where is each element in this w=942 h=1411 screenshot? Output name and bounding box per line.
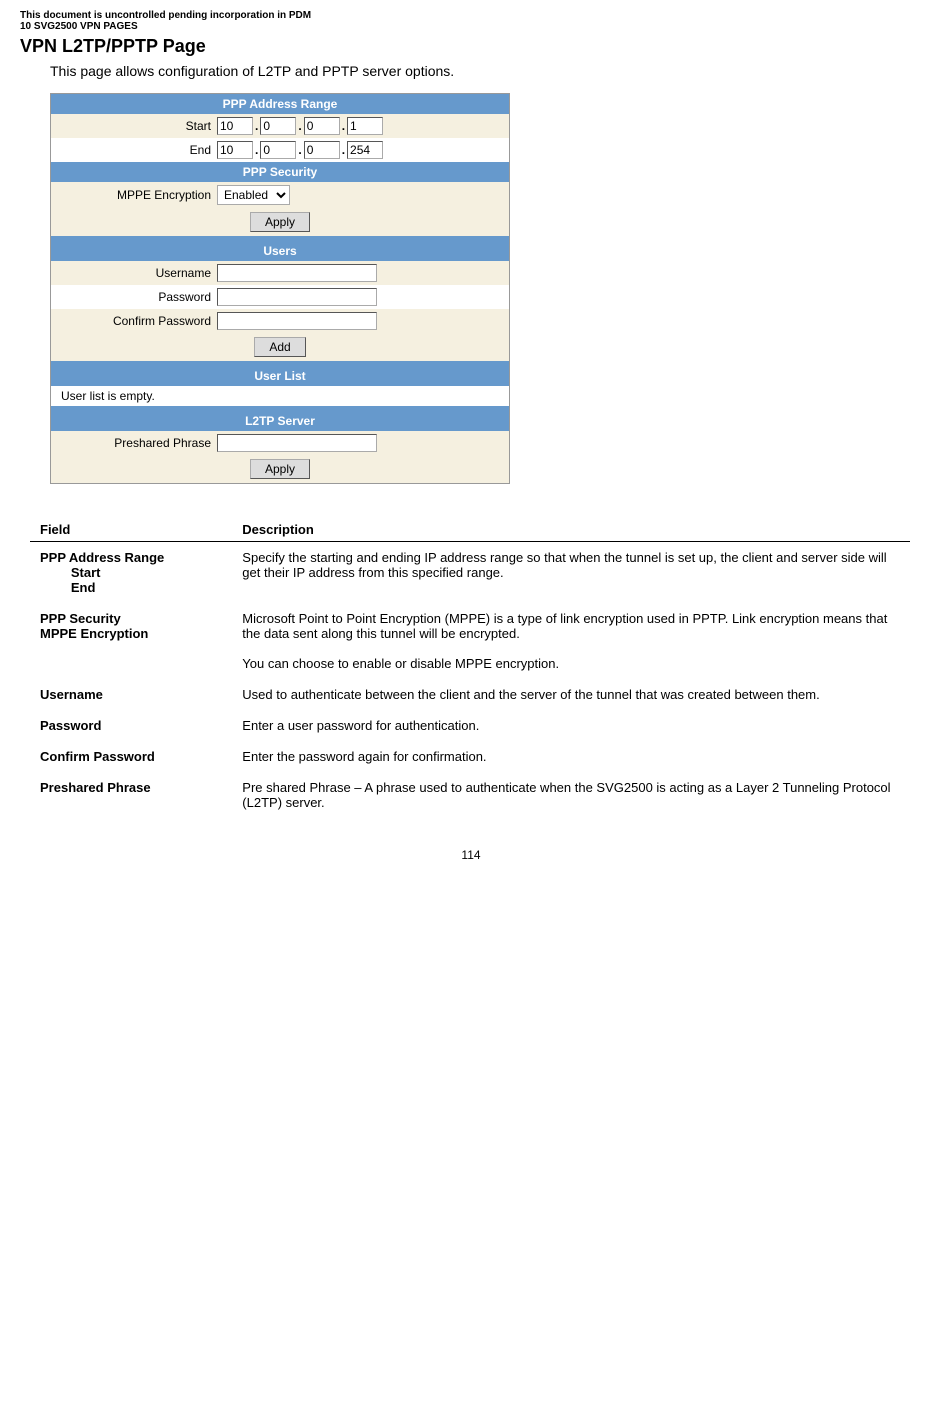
field-confirm-password-label: Confirm Password <box>40 749 155 764</box>
desc-ppp-address: Specify the starting and ending IP addre… <box>232 542 910 604</box>
desc-ppp-security: Microsoft Point to Point Encryption (MPP… <box>232 603 910 679</box>
add-row: Add <box>51 333 509 361</box>
preshared-phrase-row: Preshared Phrase <box>51 431 509 455</box>
field-mppe-label: MPPE Encryption <box>40 626 148 641</box>
desc-username: Used to authenticate between the client … <box>232 679 910 710</box>
apply-row-2: Apply <box>51 455 509 483</box>
page-number: 114 <box>20 848 922 862</box>
dot4: . <box>255 143 258 157</box>
field-confirm-password: Confirm Password <box>30 741 232 772</box>
start-ip-3[interactable] <box>304 117 340 135</box>
field-ppp-address-label: PPP Address Range <box>40 550 164 565</box>
intro-text: This page allows configuration of L2TP a… <box>50 63 922 79</box>
doc-header-line1: This document is uncontrolled pending in… <box>20 10 922 21</box>
username-label: Username <box>57 266 217 280</box>
table-row: Username Used to authenticate between th… <box>30 679 910 710</box>
username-row: Username <box>51 261 509 285</box>
field-ppp-address: PPP Address Range Start End <box>30 542 232 604</box>
form-panel: PPP Address Range Start . . . End . . . … <box>50 93 510 484</box>
table-row: Preshared Phrase Pre shared Phrase – A p… <box>30 772 910 818</box>
preshared-phrase-input[interactable] <box>217 434 377 452</box>
start-label: Start <box>57 119 217 133</box>
password-row: Password <box>51 285 509 309</box>
apply-button-1[interactable]: Apply <box>250 212 310 232</box>
desc-password: Enter a user password for authentication… <box>232 710 910 741</box>
field-password: Password <box>30 710 232 741</box>
field-start-indent: Start <box>40 565 100 580</box>
desc-confirm-password: Enter the password again for confirmatio… <box>232 741 910 772</box>
password-label: Password <box>57 290 217 304</box>
field-ppp-security: PPP Security MPPE Encryption <box>30 603 232 679</box>
start-ip-4[interactable] <box>347 117 383 135</box>
add-button[interactable]: Add <box>254 337 305 357</box>
field-password-label: Password <box>40 718 101 733</box>
dot1: . <box>255 119 258 133</box>
mppe-select[interactable]: Enabled Disabled <box>217 185 290 205</box>
desc-header: Description <box>232 514 910 542</box>
confirm-password-label: Confirm Password <box>57 314 217 328</box>
mppe-row: MPPE Encryption Enabled Disabled <box>51 182 509 208</box>
end-ip-2[interactable] <box>260 141 296 159</box>
table-row: Confirm Password Enter the password agai… <box>30 741 910 772</box>
mppe-label: MPPE Encryption <box>57 188 217 202</box>
field-username: Username <box>30 679 232 710</box>
doc-header-line2: 10 SVG2500 VPN PAGES <box>20 21 922 32</box>
ppp-security-header: PPP Security <box>51 162 509 182</box>
password-value <box>217 288 503 306</box>
confirm-password-row: Confirm Password <box>51 309 509 333</box>
end-value: . . . <box>217 141 503 159</box>
ppp-address-range-header: PPP Address Range <box>51 94 509 114</box>
end-row: End . . . <box>51 138 509 162</box>
end-ip-1[interactable] <box>217 141 253 159</box>
user-list-empty: User list is empty. <box>51 386 509 406</box>
confirm-password-value <box>217 312 503 330</box>
table-row: PPP Address Range Start End Specify the … <box>30 542 910 604</box>
apply-button-2[interactable]: Apply <box>250 459 310 479</box>
table-row: Password Enter a user password for authe… <box>30 710 910 741</box>
desc-preshared-phrase: Pre shared Phrase – A phrase used to aut… <box>232 772 910 818</box>
field-end-indent: End <box>40 580 95 595</box>
field-header: Field <box>30 514 232 542</box>
dot2: . <box>298 119 301 133</box>
field-ppp-security-label: PPP Security <box>40 611 121 626</box>
mppe-value: Enabled Disabled <box>217 185 503 205</box>
dot3: . <box>342 119 345 133</box>
start-ip-1[interactable] <box>217 117 253 135</box>
confirm-password-input[interactable] <box>217 312 377 330</box>
end-label: End <box>57 143 217 157</box>
password-input[interactable] <box>217 288 377 306</box>
user-list-header: User List <box>51 366 509 386</box>
start-value: . . . <box>217 117 503 135</box>
field-username-label: Username <box>40 687 103 702</box>
dot6: . <box>342 143 345 157</box>
users-header: Users <box>51 241 509 261</box>
section-title: VPN L2TP/PPTP Page <box>20 36 922 57</box>
doc-header: This document is uncontrolled pending in… <box>20 10 922 32</box>
preshared-phrase-label: Preshared Phrase <box>57 436 217 450</box>
description-table: Field Description PPP Address Range Star… <box>30 514 910 818</box>
username-input[interactable] <box>217 264 377 282</box>
end-ip-3[interactable] <box>304 141 340 159</box>
dot5: . <box>298 143 301 157</box>
l2tp-server-header: L2TP Server <box>51 411 509 431</box>
end-ip-4[interactable] <box>347 141 383 159</box>
apply-row-1: Apply <box>51 208 509 236</box>
start-row: Start . . . <box>51 114 509 138</box>
table-row: PPP Security MPPE Encryption Microsoft P… <box>30 603 910 679</box>
preshared-phrase-value <box>217 434 503 452</box>
field-preshared-phrase: Preshared Phrase <box>30 772 232 818</box>
start-ip-2[interactable] <box>260 117 296 135</box>
username-value <box>217 264 503 282</box>
field-preshared-phrase-label: Preshared Phrase <box>40 780 151 795</box>
